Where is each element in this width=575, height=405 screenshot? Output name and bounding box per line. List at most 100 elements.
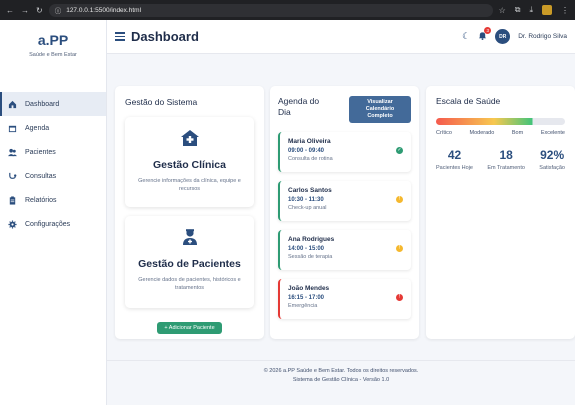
download-icon[interactable]: ⤓ — [529, 5, 533, 15]
status-icon: ! — [396, 195, 403, 203]
agenda-card: Agenda do Dia Visualizar Calendário Comp… — [270, 86, 419, 339]
appointment-name: Carlos Santos — [288, 186, 332, 194]
sidebar-item-dashboard[interactable]: Dashboard — [0, 92, 106, 116]
footer: © 2026 a.PP Saúde e Bem Estar. Todos os … — [107, 360, 575, 385]
browser-tools: ☆ ⧉ ⤓ ⋮ — [499, 5, 569, 15]
scale-label: Bom — [511, 130, 524, 136]
profile-icon[interactable] — [542, 5, 552, 15]
appointment-type: Check-up anual — [288, 204, 327, 211]
main-content: Dashboard ☾ 3 DR Dr. Rodrigo Silva Gestã… — [107, 20, 575, 405]
stat-label: Em Tratamento — [487, 165, 525, 171]
hamburger-icon[interactable] — [115, 30, 125, 43]
extensions-icon[interactable]: ⧉ — [515, 5, 521, 15]
appointment-item[interactable]: Ana Rodrigues 14:00 - 15:00 Sessão de tera… — [278, 229, 411, 270]
appointment-name: João Mendes — [288, 284, 330, 292]
users-icon — [8, 148, 17, 157]
card-title: Escala de Saúde — [436, 96, 501, 106]
stat-value: 92% — [540, 148, 565, 162]
calendar-icon — [8, 124, 17, 133]
brand-subtitle: Saúde e Bem Estar — [29, 52, 77, 58]
add-patient-button[interactable]: + Adicionar Paciente — [157, 322, 222, 334]
user-doctor-icon — [182, 229, 197, 245]
moon-icon[interactable]: ☾ — [462, 31, 470, 42]
appointment-item[interactable]: João Mendes 16:15 - 17:00 Emergência! — [278, 278, 411, 319]
sidebar: a.PP Saúde e Bem Estar Dashboard Agenda … — [0, 20, 107, 405]
browser-chrome: ← → ↻ ⓘ 127.0.0.1:5500/index.html ☆ ⧉ ⤓ … — [0, 0, 575, 20]
stat-item: 42 Pacientes Hoje — [436, 148, 473, 171]
scale-label: Crítico — [436, 130, 452, 136]
status-icon: ✓ — [396, 146, 403, 154]
clinic-icon — [180, 130, 199, 146]
card-title: Agenda do Dia — [278, 96, 320, 117]
star-icon[interactable]: ☆ — [499, 6, 506, 15]
appointment-type: Emergência — [288, 302, 318, 309]
clipboard-icon — [8, 195, 17, 205]
logo[interactable]: a.PP — [0, 32, 106, 48]
stat-item: 18 Em Tratamento — [487, 148, 525, 171]
url-text: 127.0.0.1:5500/index.html — [66, 6, 142, 14]
top-bar-actions: ☾ 3 DR Dr. Rodrigo Silva — [462, 27, 567, 44]
scale-label: Moderado — [469, 130, 495, 136]
health-stats: 42 Pacientes Hoje 18 Em Tratamento 92% Sati… — [436, 148, 565, 171]
sidebar-item-label: Consultas — [25, 172, 57, 180]
status-icon: ! — [396, 244, 403, 252]
appointment-time: 16:15 - 17:00 — [288, 294, 325, 301]
address-bar[interactable]: ⓘ 127.0.0.1:5500/index.html — [48, 3, 493, 17]
browser-nav: ← → ↻ — [6, 6, 43, 15]
gear-icon — [8, 219, 17, 229]
back-icon[interactable]: ← — [6, 6, 14, 15]
sidebar-item-label: Configurações — [25, 220, 71, 228]
gestao-clinica-desc: Gerencie informações da clínica, equipe … — [138, 178, 241, 192]
notification-badge: 3 — [484, 27, 492, 34]
gestao-sistema-card: Gestão do Sistema Gestão Clínica Gerenci… — [115, 86, 264, 339]
appointment-list: Maria Oliveira 09:00 - 09:40 Consulta de r… — [278, 131, 411, 319]
site-info-icon[interactable]: ⓘ — [55, 5, 62, 15]
gestao-pacientes-card[interactable]: Gestão de Pacientes Gerencie dados de pa… — [125, 216, 254, 308]
gestao-pacientes-desc: Gerencie dados de pacientes, históricos … — [138, 277, 241, 291]
footer-version: Sistema de Gestão Clínica - Versão 1.0 — [292, 376, 390, 383]
menu-icon[interactable]: ⋮ — [561, 6, 569, 15]
health-scale-bar — [436, 118, 565, 125]
stethoscope-icon — [8, 172, 17, 181]
appointment-type: Sessão de terapia — [288, 253, 333, 260]
appointment-item[interactable]: Carlos Santos 10:30 - 11:30 Check-up anual… — [278, 180, 411, 221]
bell-icon[interactable]: 3 — [478, 27, 492, 42]
scale-label: Excelente — [540, 130, 565, 136]
stat-label: Pacientes Hoje — [436, 165, 473, 171]
status-icon: ! — [396, 293, 403, 301]
appointment-time: 09:00 - 09:40 — [288, 147, 325, 154]
stat-label: Satisfação — [539, 165, 565, 171]
sidebar-item-label: Relatórios — [25, 196, 57, 204]
user-name[interactable]: Dr. Rodrigo Silva — [518, 33, 567, 40]
page-title: Dashboard — [131, 29, 199, 44]
gestao-clinica-title: Gestão Clínica — [153, 159, 226, 171]
sidebar-item-relatorios[interactable]: Relatórios — [0, 188, 106, 212]
appointment-name: Maria Oliveira — [288, 137, 331, 145]
sidebar-nav: Dashboard Agenda Pacientes Consultas Rel… — [0, 92, 106, 236]
appointment-time: 14:00 - 15:00 — [288, 245, 325, 252]
appointment-time: 10:30 - 11:30 — [288, 196, 324, 203]
sidebar-item-pacientes[interactable]: Pacientes — [0, 140, 106, 164]
sidebar-item-label: Agenda — [25, 124, 50, 132]
sidebar-item-label: Dashboard — [25, 100, 60, 108]
card-title: Gestão do Sistema — [125, 97, 198, 107]
stat-value: 18 — [499, 148, 513, 162]
health-scale-labels: Crítico Moderado Bom Excelente — [436, 130, 565, 136]
sidebar-item-agenda[interactable]: Agenda — [0, 116, 106, 140]
view-calendar-button[interactable]: Visualizar Calendário Completo — [349, 96, 411, 123]
appointment-item[interactable]: Maria Oliveira 09:00 - 09:40 Consulta de r… — [278, 131, 411, 172]
top-bar: Dashboard ☾ 3 DR Dr. Rodrigo Silva — [107, 20, 575, 54]
escala-saude-card: Escala de Saúde Crítico Moderado Bom Exc… — [426, 86, 575, 339]
stat-value: 42 — [447, 148, 462, 162]
avatar[interactable]: DR — [495, 29, 511, 44]
stat-item: 92% Satisfação — [539, 148, 565, 171]
brand: a.PP Saúde e Bem Estar — [0, 20, 106, 82]
appointment-type: Consulta de rotina — [288, 155, 333, 162]
sidebar-item-configuracoes[interactable]: Configurações — [0, 212, 106, 236]
forward-icon[interactable]: → — [21, 6, 29, 15]
gestao-pacientes-title: Gestão de Pacientes — [138, 258, 241, 270]
gestao-clinica-card[interactable]: Gestão Clínica Gerencie informações da c… — [125, 117, 254, 207]
home-icon — [8, 100, 17, 109]
sidebar-item-consultas[interactable]: Consultas — [0, 164, 106, 188]
reload-icon[interactable]: ↻ — [36, 6, 43, 15]
